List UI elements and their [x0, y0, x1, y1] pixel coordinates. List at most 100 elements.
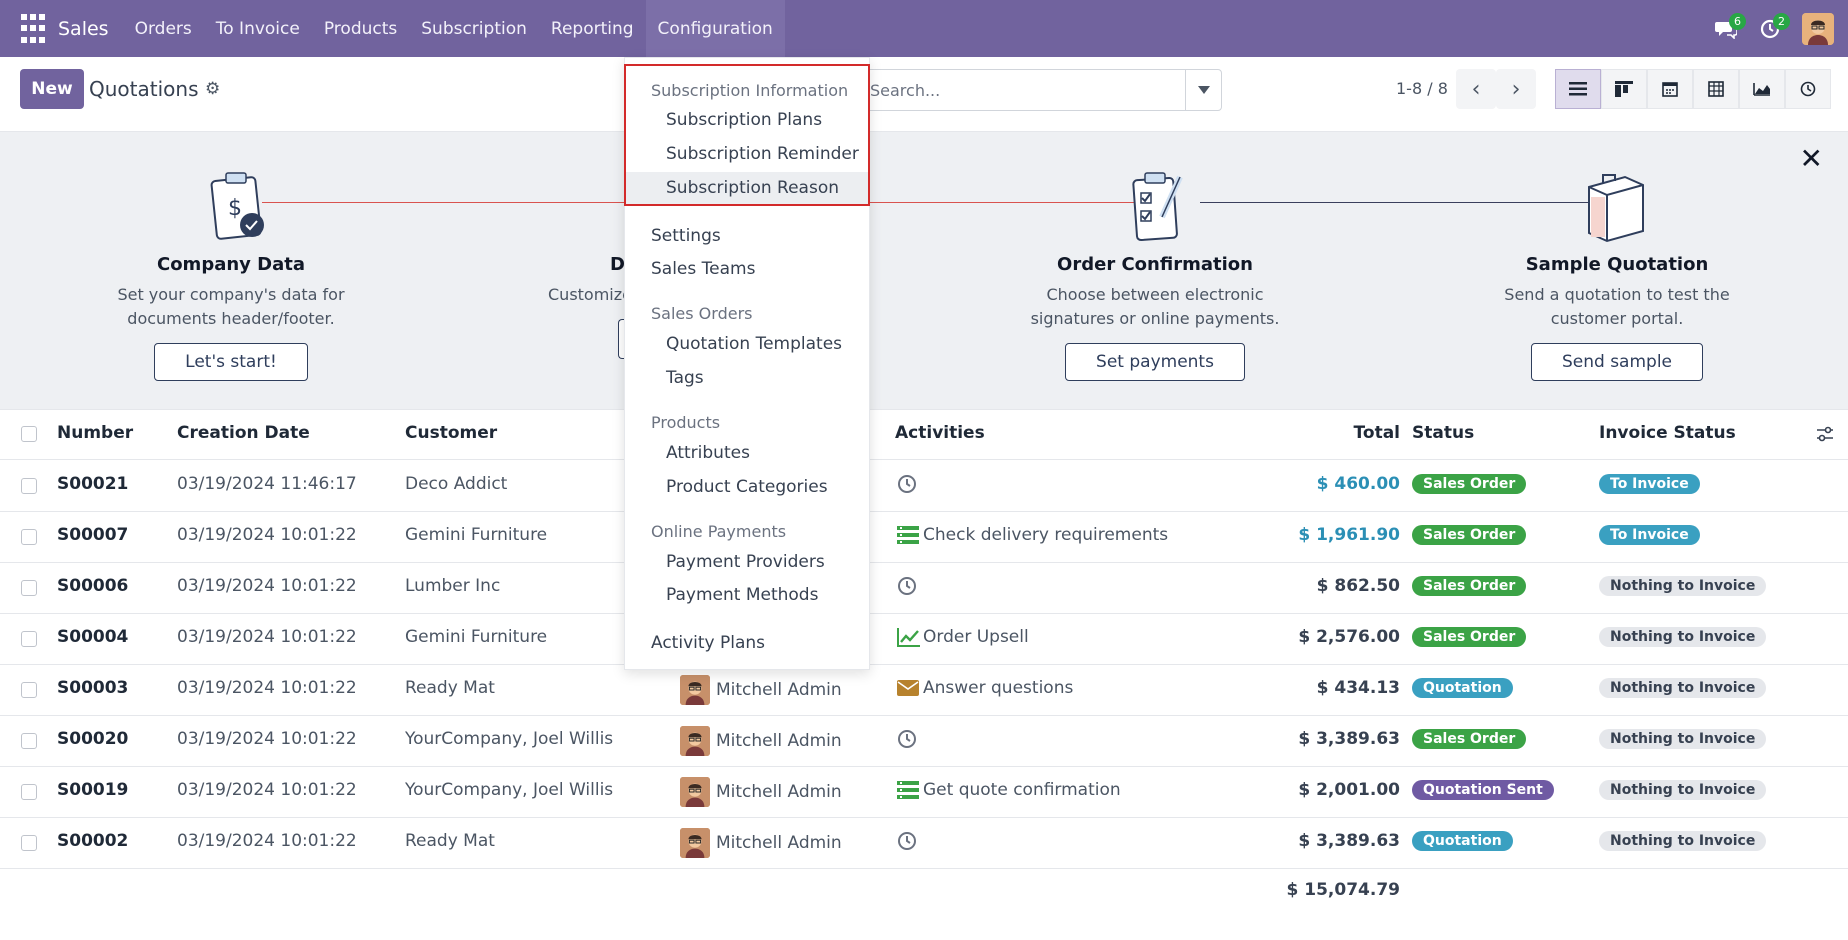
activity-cell[interactable]: Answer questions — [897, 678, 1073, 698]
control-panel: New Quotations ⚙ Search... 1-8 / 8 ‹ › — [0, 57, 1848, 132]
activity-cell[interactable] — [897, 831, 923, 851]
order-total: $ 2,001.00 — [1298, 780, 1400, 800]
activity-view-button[interactable] — [1785, 69, 1831, 109]
activity-cell[interactable]: Check delivery requirements — [897, 525, 1168, 545]
table-row[interactable]: S00006 03/19/2024 10:01:22 Lumber Inc $ 862… — [0, 563, 1848, 614]
main-nav: Orders To Invoice Products Subscription … — [123, 0, 785, 57]
menu-item-tags[interactable]: Tags — [666, 368, 704, 388]
nav-to-invoice[interactable]: To Invoice — [204, 0, 312, 57]
avatar — [680, 675, 710, 705]
list-view-button[interactable] — [1555, 69, 1601, 109]
pager-value[interactable]: 1-8 / 8 — [1396, 79, 1448, 98]
column-status[interactable]: Status — [1412, 423, 1474, 443]
list-icon[interactable] — [897, 781, 923, 799]
kanban-view-button[interactable] — [1601, 69, 1647, 109]
column-customer[interactable]: Customer — [405, 423, 497, 443]
messages-button[interactable]: 6 — [1704, 0, 1748, 57]
nav-subscription[interactable]: Subscription — [409, 0, 539, 57]
salesperson-name: Mitchell Admin — [716, 731, 842, 751]
invoice-status-label: To Invoice — [1599, 525, 1700, 545]
new-button[interactable]: New — [20, 69, 84, 109]
view-switcher — [1555, 69, 1831, 109]
menu-item-quotation-templates[interactable]: Quotation Templates — [666, 334, 842, 354]
set-payments-button[interactable]: Set payments — [1065, 343, 1245, 381]
row-checkbox[interactable] — [21, 478, 37, 494]
step-company-data: Company Data Set your company's data for… — [61, 132, 401, 381]
activity-cell[interactable]: Order Upsell — [897, 627, 1029, 647]
table-row[interactable]: S00004 03/19/2024 10:01:22 Gemini Furnitur… — [0, 614, 1848, 665]
activities-button[interactable]: 2 — [1748, 0, 1792, 57]
row-checkbox[interactable] — [21, 580, 37, 596]
order-number: S00006 — [57, 576, 129, 596]
invoice-status-badge: To Invoice — [1599, 473, 1700, 494]
column-activities[interactable]: Activities — [895, 423, 985, 443]
menu-item-payment-providers[interactable]: Payment Providers — [666, 552, 825, 572]
status-badge: Quotation — [1412, 677, 1513, 698]
search-input[interactable]: Search... — [855, 69, 1222, 111]
clock-icon[interactable] — [897, 729, 923, 749]
menu-item-product-categories[interactable]: Product Categories — [666, 477, 828, 497]
order-number: S00004 — [57, 627, 129, 647]
table-row[interactable]: S00020 03/19/2024 10:01:22 YourCompany, Jo… — [0, 716, 1848, 767]
app-menu-grid-icon[interactable] — [16, 12, 50, 46]
gear-icon[interactable]: ⚙ — [205, 79, 220, 99]
column-creation-date[interactable]: Creation Date — [177, 423, 310, 443]
user-avatar[interactable] — [1802, 12, 1834, 45]
nav-configuration[interactable]: Configuration — [645, 0, 785, 57]
column-total[interactable]: Total — [1240, 423, 1400, 443]
pager-previous-button[interactable]: ‹ — [1456, 69, 1496, 109]
avatar — [680, 777, 710, 807]
pivot-view-button[interactable] — [1693, 69, 1739, 109]
pivot-table-icon — [1708, 81, 1724, 97]
table-row[interactable]: S00002 03/19/2024 10:01:22 Ready Mat Mitche… — [0, 818, 1848, 869]
activity-cell[interactable]: Get quote confirmation — [897, 780, 1121, 800]
select-all-checkbox[interactable] — [21, 426, 37, 442]
column-number[interactable]: Number — [57, 423, 133, 443]
app-brand[interactable]: Sales — [58, 18, 109, 40]
table-row[interactable]: S00021 03/19/2024 11:46:17 Deco Addict $ 46… — [0, 461, 1848, 512]
row-checkbox[interactable] — [21, 529, 37, 545]
list-icon[interactable] — [897, 526, 923, 544]
envelope-icon[interactable] — [897, 680, 923, 696]
calendar-view-button[interactable] — [1647, 69, 1693, 109]
activity-cell[interactable] — [897, 729, 923, 749]
search-placeholder: Search... — [870, 80, 941, 100]
clock-icon[interactable] — [897, 474, 923, 494]
menu-item-sales-teams[interactable]: Sales Teams — [651, 259, 755, 279]
row-checkbox[interactable] — [21, 682, 37, 698]
clock-icon[interactable] — [897, 576, 923, 596]
menu-item-payment-methods[interactable]: Payment Methods — [666, 585, 818, 605]
menu-item-attributes[interactable]: Attributes — [666, 443, 750, 463]
nav-orders[interactable]: Orders — [123, 0, 204, 57]
send-sample-button[interactable]: Send sample — [1530, 343, 1704, 381]
activity-cell[interactable] — [897, 576, 923, 596]
row-checkbox[interactable] — [21, 733, 37, 749]
order-number: S00020 — [57, 729, 129, 749]
order-number: S00003 — [57, 678, 129, 698]
row-checkbox[interactable] — [21, 835, 37, 851]
activity-cell[interactable] — [897, 474, 923, 494]
table-row[interactable]: S00003 03/19/2024 10:01:22 Ready Mat Mitche… — [0, 665, 1848, 716]
table-row[interactable]: S00019 03/19/2024 10:01:22 YourCompany, Jo… — [0, 767, 1848, 818]
row-checkbox[interactable] — [21, 631, 37, 647]
graph-view-button[interactable] — [1739, 69, 1785, 109]
menu-item-settings[interactable]: Settings — [651, 226, 721, 246]
lets-start-button[interactable]: Let's start! — [154, 343, 308, 381]
optional-columns-icon[interactable] — [1816, 426, 1834, 447]
nav-products[interactable]: Products — [312, 0, 409, 57]
menu-item-activity-plans[interactable]: Activity Plans — [651, 633, 765, 653]
search-options-toggle[interactable] — [1185, 70, 1221, 110]
column-invoice-status[interactable]: Invoice Status — [1599, 423, 1736, 443]
invoice-status-label: Nothing to Invoice — [1599, 729, 1767, 749]
close-banner-icon[interactable]: ✕ — [1800, 142, 1823, 175]
table-row[interactable]: S00007 03/19/2024 10:01:22 Gemini Furnitur… — [0, 512, 1848, 563]
row-checkbox[interactable] — [21, 784, 37, 800]
pager-next-button[interactable]: › — [1496, 69, 1536, 109]
chart-icon[interactable] — [897, 627, 923, 647]
invoice-status-label: Nothing to Invoice — [1599, 576, 1767, 596]
status-label: Quotation — [1412, 678, 1513, 698]
clock-icon[interactable] — [897, 831, 923, 851]
menu-section-online-payments: Online Payments — [651, 522, 787, 541]
page-title[interactable]: Quotations — [89, 77, 198, 101]
nav-reporting[interactable]: Reporting — [539, 0, 646, 57]
